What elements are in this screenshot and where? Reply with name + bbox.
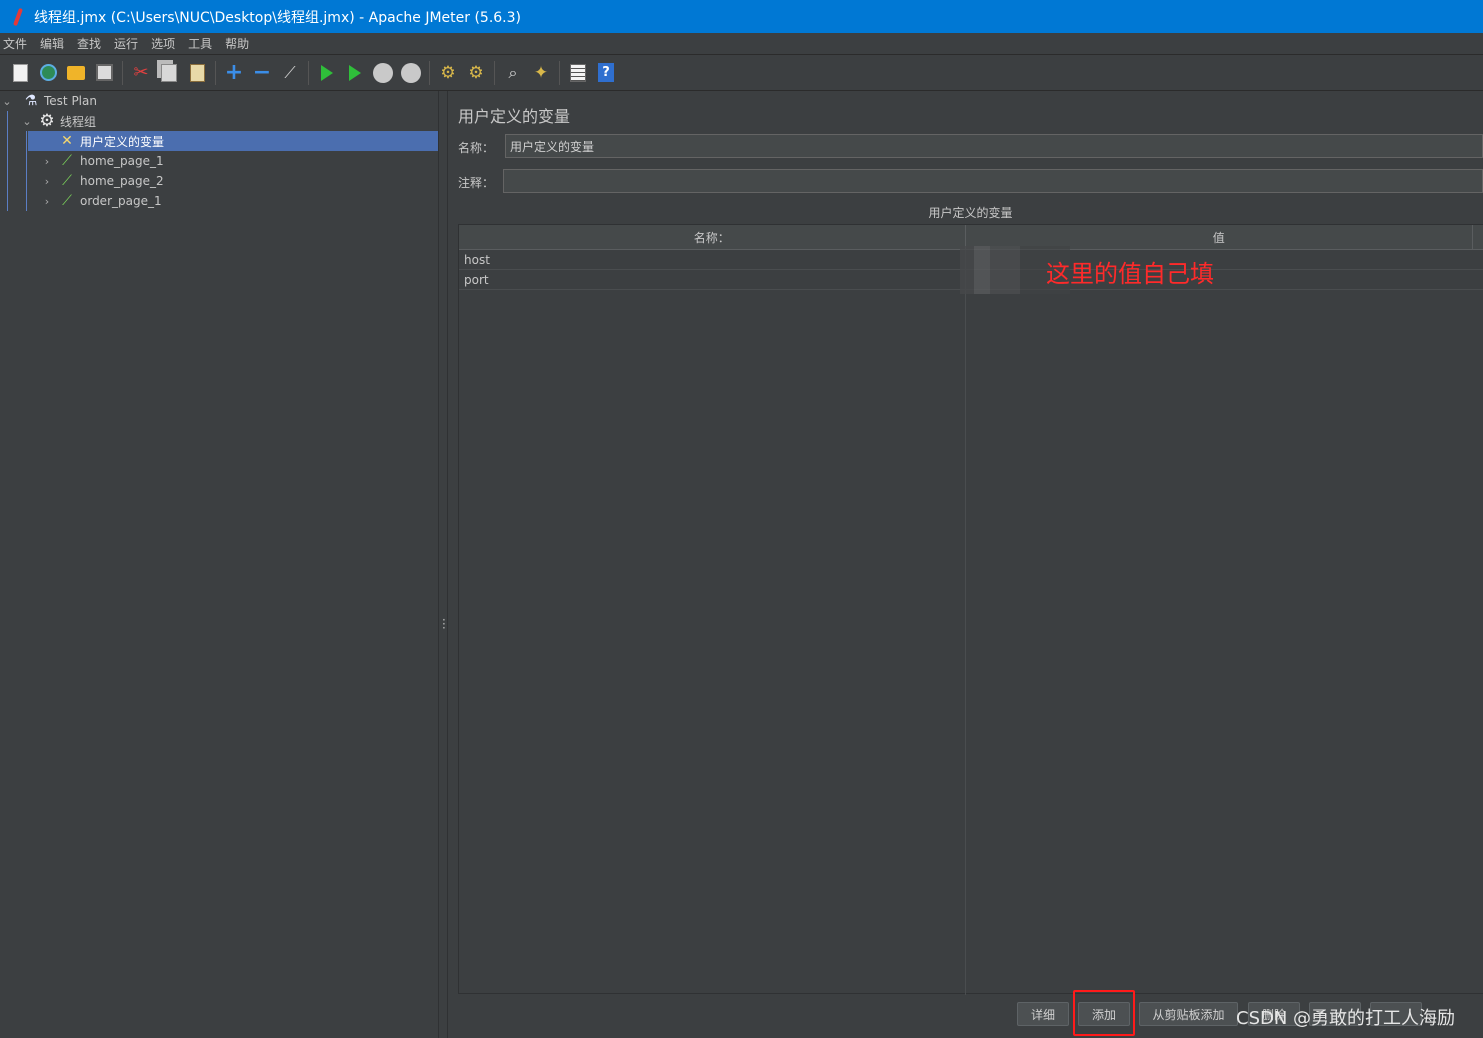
start-icon[interactable] xyxy=(316,62,338,84)
help-icon[interactable]: ? xyxy=(595,62,617,84)
toolbar-separator xyxy=(429,60,430,85)
search-icon[interactable]: ⌕ xyxy=(502,62,524,84)
shutdown-icon[interactable] xyxy=(400,62,422,84)
test-plan-tree: ⌄ ⚗ Test Plan ⌄ ⚙ 线程组 ✕ 用户定义的变量 › ⟋ home… xyxy=(0,91,438,1038)
toolbar: ✂ + − ⟋ ⚙ ⚙ ⌕ ✦ ? xyxy=(0,55,1483,91)
cell-name[interactable]: host xyxy=(459,250,966,270)
tree-node-label: home_page_2 xyxy=(80,174,164,188)
chevron-down-icon[interactable]: ⌄ xyxy=(0,95,14,108)
tree-node-label: home_page_1 xyxy=(80,154,164,168)
annotation-text: 这里的值自己填 xyxy=(1046,260,1214,288)
menu-run[interactable]: 运行 xyxy=(111,35,144,52)
name-label: 名称： xyxy=(458,141,495,155)
window-titlebar: 线程组.jmx (C:\Users\NUC\Desktop\线程组.jmx) -… xyxy=(0,0,1483,33)
menu-help[interactable]: 帮助 xyxy=(222,35,255,52)
reset-search-icon[interactable]: ✦ xyxy=(530,62,552,84)
flask-icon: ⚗ xyxy=(24,93,38,109)
tree-node-label: 线程组 xyxy=(60,114,97,129)
tree-guide-line xyxy=(26,131,27,211)
table-caption: 用户定义的变量 xyxy=(928,206,1013,220)
chevron-right-icon[interactable]: › xyxy=(40,175,54,188)
toolbar-separator xyxy=(559,60,560,85)
new-icon[interactable] xyxy=(9,62,31,84)
column-divider xyxy=(965,250,966,995)
sampler-icon: ⟋ xyxy=(62,193,72,209)
save-icon[interactable] xyxy=(93,62,115,84)
pane-splitter[interactable]: · · · xyxy=(438,91,448,1038)
clear-icon[interactable]: ⚙ xyxy=(437,62,459,84)
variables-table: 名称： 值 host port xyxy=(458,224,1483,995)
tree-node-thread-group[interactable]: ⌄ ⚙ 线程组 xyxy=(20,111,438,131)
detail-button[interactable]: 详细 xyxy=(1017,1002,1069,1026)
collapse-icon[interactable]: − xyxy=(251,60,273,85)
tree-node-home-page-2[interactable]: › ⟋ home_page_2 xyxy=(40,171,438,191)
comment-label: 注释： xyxy=(458,176,495,190)
name-field[interactable] xyxy=(505,134,1483,158)
menu-file[interactable]: 文件 xyxy=(0,35,33,52)
toolbar-separator xyxy=(494,60,495,85)
menu-search[interactable]: 查找 xyxy=(74,35,107,52)
menu-tools[interactable]: 工具 xyxy=(185,35,218,52)
tree-node-label: Test Plan xyxy=(44,94,97,108)
user-defined-variables-panel: 用户定义的变量 名称： 注释： 用户定义的变量 名称： 值 host port … xyxy=(448,91,1483,1038)
templates-icon[interactable] xyxy=(37,62,59,84)
menu-edit[interactable]: 编辑 xyxy=(37,35,70,52)
panel-title: 用户定义的变量 xyxy=(458,107,571,126)
add-button-highlight xyxy=(1073,990,1135,1036)
tree-guide-line xyxy=(7,111,8,211)
expand-icon[interactable]: + xyxy=(223,60,245,85)
cell-name[interactable]: port xyxy=(459,270,966,290)
comment-field[interactable] xyxy=(503,169,1483,193)
tree-node-test-plan[interactable]: ⌄ ⚗ Test Plan xyxy=(0,91,438,111)
paste-icon[interactable] xyxy=(186,62,208,84)
variables-icon: ✕ xyxy=(61,133,73,149)
splitter-grip-icon[interactable]: · · · xyxy=(442,614,446,634)
sampler-icon: ⟋ xyxy=(62,173,72,189)
window-title: 线程组.jmx (C:\Users\NUC\Desktop\线程组.jmx) -… xyxy=(34,9,521,26)
toolbar-separator xyxy=(122,60,123,85)
add-from-clipboard-button[interactable]: 从剪贴板添加 xyxy=(1139,1002,1238,1026)
toolbar-separator xyxy=(308,60,309,85)
cut-icon[interactable]: ✂ xyxy=(130,62,152,84)
menu-options[interactable]: 选项 xyxy=(148,35,181,52)
column-header-name[interactable]: 名称： xyxy=(459,225,966,250)
chevron-down-icon[interactable]: ⌄ xyxy=(20,115,34,128)
sampler-icon: ⟋ xyxy=(62,153,72,169)
start-no-pause-icon[interactable] xyxy=(344,62,366,84)
watermark: CSDN @勇敢的打工人海励 xyxy=(1236,1008,1456,1029)
function-helper-icon[interactable] xyxy=(567,62,589,84)
menu-bar: 文件 编辑 查找 运行 选项 工具 帮助 xyxy=(0,33,1483,55)
chevron-right-icon[interactable]: › xyxy=(40,155,54,168)
stop-icon[interactable] xyxy=(372,62,394,84)
open-icon[interactable] xyxy=(65,62,87,84)
column-header-filler xyxy=(1473,225,1483,250)
gear-icon: ⚙ xyxy=(39,111,55,131)
tree-node-user-defined-variables[interactable]: ✕ 用户定义的变量 xyxy=(28,131,438,151)
copy-icon[interactable] xyxy=(158,62,180,84)
jmeter-feather-icon xyxy=(10,8,26,26)
tree-node-label: order_page_1 xyxy=(80,194,162,208)
tree-node-label: 用户定义的变量 xyxy=(80,134,165,149)
tree-node-order-page-1[interactable]: › ⟋ order_page_1 xyxy=(40,191,438,211)
toggle-icon[interactable]: ⟋ xyxy=(279,62,301,84)
toolbar-separator xyxy=(215,60,216,85)
clear-all-icon[interactable]: ⚙ xyxy=(465,62,487,84)
chevron-right-icon[interactable]: › xyxy=(40,195,54,208)
tree-node-home-page-1[interactable]: › ⟋ home_page_1 xyxy=(40,151,438,171)
